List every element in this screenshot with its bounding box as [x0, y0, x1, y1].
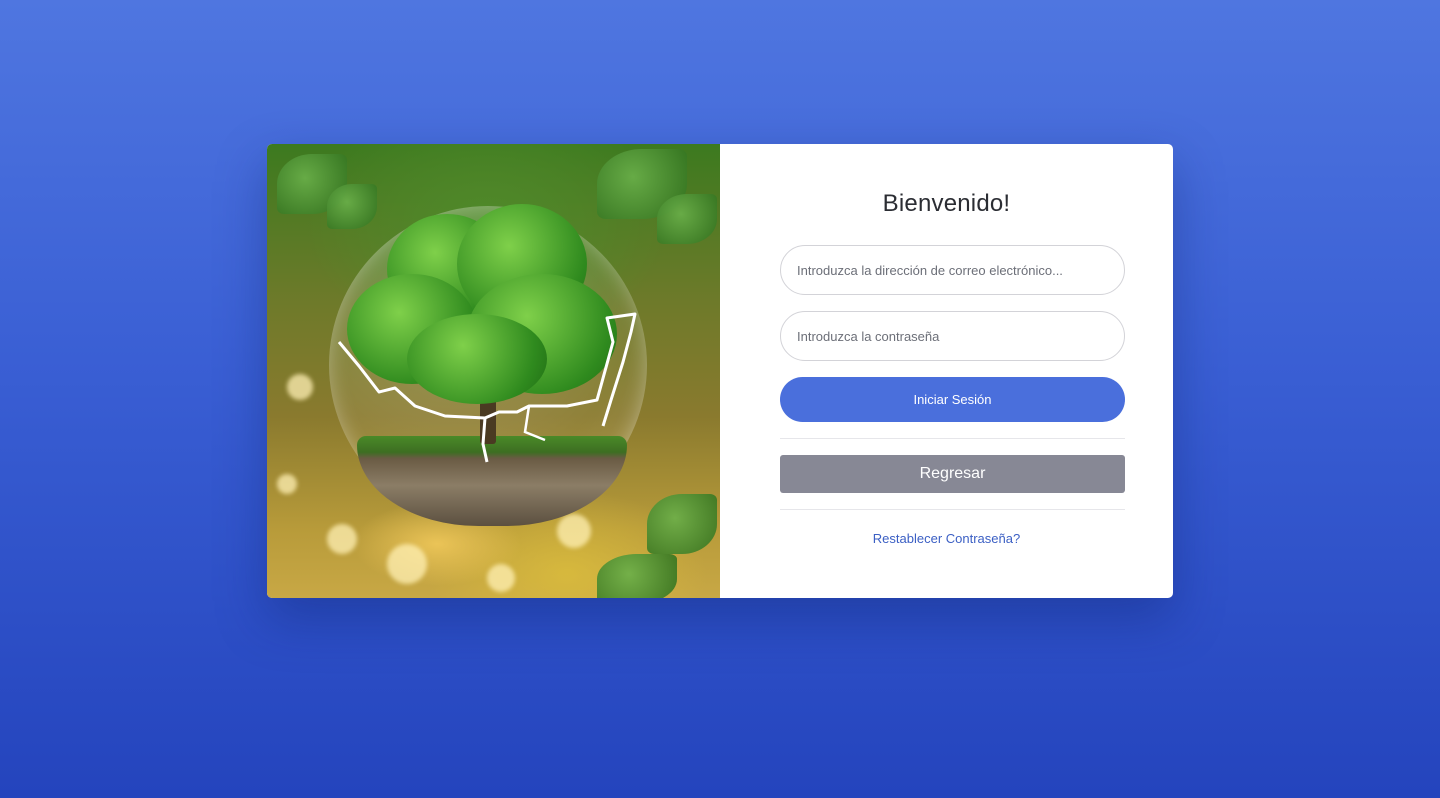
reset-password-link[interactable]: Restablecer Contraseña?: [720, 531, 1173, 546]
divider: [780, 509, 1125, 510]
login-card: Bienvenido! Iniciar Sesión Regresar Rest…: [267, 144, 1173, 598]
glass-crack: [337, 312, 637, 463]
email-input[interactable]: [780, 245, 1125, 295]
login-form-panel: Bienvenido! Iniciar Sesión Regresar Rest…: [720, 144, 1173, 598]
hero-image: [267, 144, 720, 598]
page-title: Bienvenido!: [882, 190, 1011, 217]
password-input[interactable]: [780, 311, 1125, 361]
login-button[interactable]: Iniciar Sesión: [780, 377, 1125, 422]
divider: [780, 438, 1125, 439]
back-button[interactable]: Regresar: [780, 455, 1125, 493]
